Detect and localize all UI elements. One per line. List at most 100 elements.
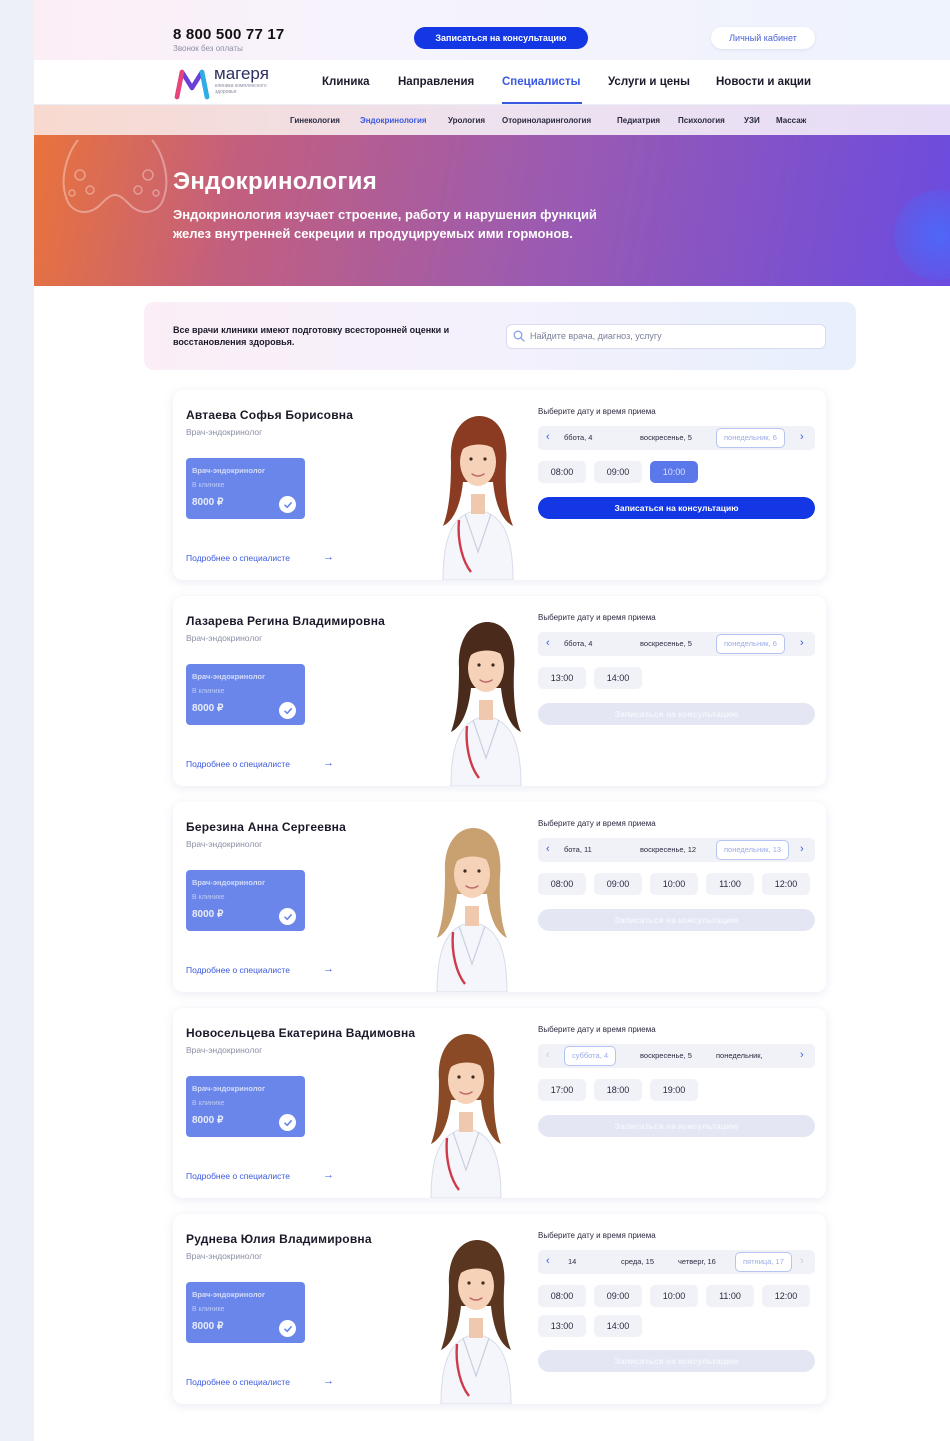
chevron-left-icon[interactable]: ‹ (546, 843, 550, 855)
doctor-card: Автаева Софья Борисовна Врач-эндокринолог… (173, 390, 826, 580)
chevron-right-icon[interactable]: › (800, 637, 804, 649)
time-slot[interactable]: 19:00 (650, 1079, 698, 1101)
book-consultation-button[interactable]: Записаться на консультацию (538, 1350, 815, 1372)
time-slot[interactable]: 10:00 (650, 873, 698, 895)
time-slot[interactable]: 13:00 (538, 667, 586, 689)
logo-name[interactable]: магеря (214, 64, 269, 84)
doctor-name[interactable]: Березина Анна Сергеевна (186, 820, 346, 834)
book-consultation-button[interactable]: Записаться на консультацию (538, 909, 815, 931)
price-card[interactable]: Врач-эндокринолог В клинике 8000 ₽ (186, 870, 305, 931)
date-option[interactable]: пятница, 17 (735, 1252, 792, 1272)
price-card[interactable]: Врач-эндокринолог В клинике 8000 ₽ (186, 1076, 305, 1137)
date-option[interactable]: суббота, 4 (564, 1046, 617, 1066)
date-option[interactable]: воскресенье, 12 (640, 845, 696, 854)
doctor-name[interactable]: Новосельцева Екатерина Вадимовна (186, 1026, 415, 1040)
date-option[interactable]: ббота, 4 (564, 639, 592, 648)
more-about-specialist-link[interactable]: Подробнее о специалисте (186, 1171, 290, 1181)
date-option[interactable]: среда, 15 (621, 1257, 654, 1266)
time-slot[interactable]: 11:00 (706, 873, 754, 895)
price-card[interactable]: Врач-эндокринолог В клинике 8000 ₽ (186, 1282, 305, 1343)
personal-cabinet-button[interactable]: Личный кабинет (711, 27, 815, 49)
time-slot[interactable]: 08:00 (538, 873, 586, 895)
subnav-item-6[interactable]: Психология (678, 116, 725, 125)
chevron-right-icon[interactable]: › (800, 1255, 804, 1267)
doctor-name[interactable]: Руднева Юлия Владимировна (186, 1232, 372, 1246)
date-option[interactable]: четверг, 16 (678, 1257, 716, 1266)
date-option[interactable]: воскресенье, 5 (640, 639, 692, 648)
price-card-role: Врач-эндокринолог (192, 878, 266, 887)
date-option[interactable]: понедельник, (716, 1051, 763, 1060)
time-slot[interactable]: 14:00 (594, 1315, 642, 1337)
time-slot[interactable]: 14:00 (594, 667, 642, 689)
date-option[interactable]: понедельник, 13 (716, 840, 790, 860)
time-slot[interactable]: 08:00 (538, 1285, 586, 1307)
doctor-name[interactable]: Автаева Софья Борисовна (186, 408, 353, 422)
chevron-left-icon[interactable]: ‹ (546, 1049, 550, 1061)
chevron-right-icon[interactable]: › (800, 431, 804, 443)
more-about-specialist-link[interactable]: Подробнее о специалисте (186, 553, 290, 563)
book-consultation-button[interactable]: Записаться на консультацию (538, 1115, 815, 1137)
phone-number[interactable]: 8 800 500 77 17 (173, 26, 284, 43)
time-slot[interactable]: 17:00 (538, 1079, 586, 1101)
subnav-item-4[interactable]: Оториноларингология (502, 116, 591, 125)
date-option[interactable]: ббота, 4 (564, 433, 592, 442)
main-nav (34, 60, 950, 105)
time-slot[interactable]: 12:00 (762, 1285, 810, 1307)
time-slot[interactable]: 18:00 (594, 1079, 642, 1101)
chevron-left-icon[interactable]: ‹ (546, 637, 550, 649)
subnav-item-1[interactable]: Гинекология (290, 116, 340, 125)
date-option[interactable]: 14 (568, 1257, 576, 1266)
chevron-left-icon[interactable]: ‹ (546, 1255, 550, 1267)
time-slot[interactable]: 10:00 (650, 1285, 698, 1307)
more-about-specialist-link[interactable]: Подробнее о специалисте (186, 759, 290, 769)
more-about-specialist-link[interactable]: Подробнее о специалисте (186, 1377, 290, 1387)
time-slot[interactable]: 11:00 (706, 1285, 754, 1307)
time-slot[interactable]: 08:00 (538, 461, 586, 483)
book-consultation-button[interactable]: Записаться на консультацию (414, 27, 588, 49)
nav-item-4[interactable]: Услуги и цены (608, 76, 690, 88)
time-slot[interactable]: 09:00 (594, 1285, 642, 1307)
subnav-item-5[interactable]: Педиатрия (617, 116, 660, 125)
doctor-name[interactable]: Лазарева Регина Владимировна (186, 614, 385, 628)
date-option[interactable]: понедельник, 6 (716, 634, 785, 654)
nav-item-3[interactable]: Специалисты (502, 76, 580, 88)
more-about-specialist-link[interactable]: Подробнее о специалисте (186, 965, 290, 975)
arrow-right-icon[interactable]: → (323, 963, 334, 975)
subnav-item-3[interactable]: Урология (448, 116, 485, 125)
doctor-card: Лазарева Регина Владимировна Врач-эндокри… (173, 596, 826, 786)
price-card[interactable]: Врач-эндокринолог В клинике 8000 ₽ (186, 458, 305, 519)
price-card-place: В клинике (192, 1306, 225, 1313)
subnav-item-2[interactable]: Эндокринология (360, 116, 427, 125)
nav-item-5[interactable]: Новости и акции (716, 76, 811, 88)
time-slot[interactable]: 10:00 (650, 461, 698, 483)
time-slot[interactable]: 09:00 (594, 873, 642, 895)
doctor-card: Березина Анна Сергеевна Врач-эндокринолог… (173, 802, 826, 992)
book-consultation-button[interactable]: Записаться на консультацию (538, 497, 815, 519)
time-slot[interactable]: 12:00 (762, 873, 810, 895)
subnav-item-8[interactable]: Массаж (776, 116, 806, 125)
chevron-left-icon[interactable]: ‹ (546, 431, 550, 443)
date-option[interactable]: воскресенье, 5 (640, 433, 692, 442)
phone-note: Звонок без оплаты (173, 44, 243, 53)
arrow-right-icon[interactable]: → (323, 1169, 334, 1181)
chevron-right-icon[interactable]: › (800, 843, 804, 855)
date-option[interactable]: понедельник, 6 (716, 428, 785, 448)
date-option[interactable]: воскресенье, 5 (640, 1051, 692, 1060)
subnav-item-7[interactable]: УЗИ (744, 116, 760, 125)
price-card-role: Врач-эндокринолог (192, 672, 266, 681)
time-slot[interactable]: 13:00 (538, 1315, 586, 1337)
arrow-right-icon[interactable]: → (323, 757, 334, 769)
arrow-right-icon[interactable]: → (323, 1375, 334, 1387)
price-card-place: В клинике (192, 1100, 225, 1107)
date-option[interactable]: бота, 11 (564, 845, 592, 854)
search-input[interactable] (530, 328, 820, 344)
book-consultation-button[interactable]: Записаться на консультацию (538, 703, 815, 725)
nav-item-1[interactable]: Клиника (322, 76, 370, 88)
logo-icon[interactable] (174, 68, 210, 100)
nav-item-2[interactable]: Направления (398, 76, 474, 88)
price-card[interactable]: Врач-эндокринолог В клинике 8000 ₽ (186, 664, 305, 725)
arrow-right-icon[interactable]: → (323, 551, 334, 563)
time-slot[interactable]: 09:00 (594, 461, 642, 483)
chevron-right-icon[interactable]: › (800, 1049, 804, 1061)
schedule-title: Выберите дату и время приема (538, 1231, 656, 1240)
